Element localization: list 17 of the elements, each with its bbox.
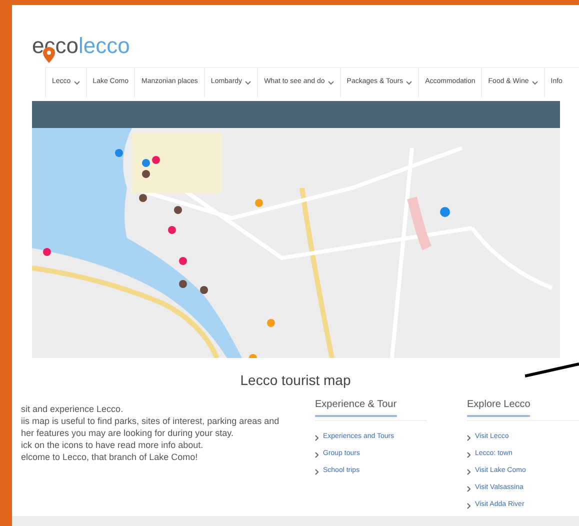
- column-heading: Experience & Tour: [315, 397, 397, 417]
- intro-text: ick on the icons to have read more info about.: [21, 439, 204, 451]
- chevron-right-icon: [315, 434, 319, 440]
- map-title: Lecco tourist map: [239, 371, 352, 390]
- intro-text: sit and experience Lecco.: [21, 403, 124, 415]
- chevron-right-icon: [467, 468, 471, 474]
- chevron-right-icon: [467, 434, 471, 440]
- intro-text: elcome to Lecco, that branch of Lake Como!: [21, 451, 199, 463]
- chevron-right-icon: [467, 486, 471, 492]
- intro-text: her features you may are looking for during your stay.: [21, 427, 234, 439]
- column-heading: Explore Lecco: [467, 397, 530, 417]
- chevron-right-icon: [315, 468, 319, 474]
- chevron-right-icon: [467, 452, 471, 458]
- chevron-right-icon: [315, 452, 319, 458]
- intro-text: iis map is useful to find parks, sites of interest, parking areas and: [21, 415, 280, 427]
- chevron-right-icon: [467, 502, 471, 508]
- logo-text: lecco: [78, 35, 130, 57]
